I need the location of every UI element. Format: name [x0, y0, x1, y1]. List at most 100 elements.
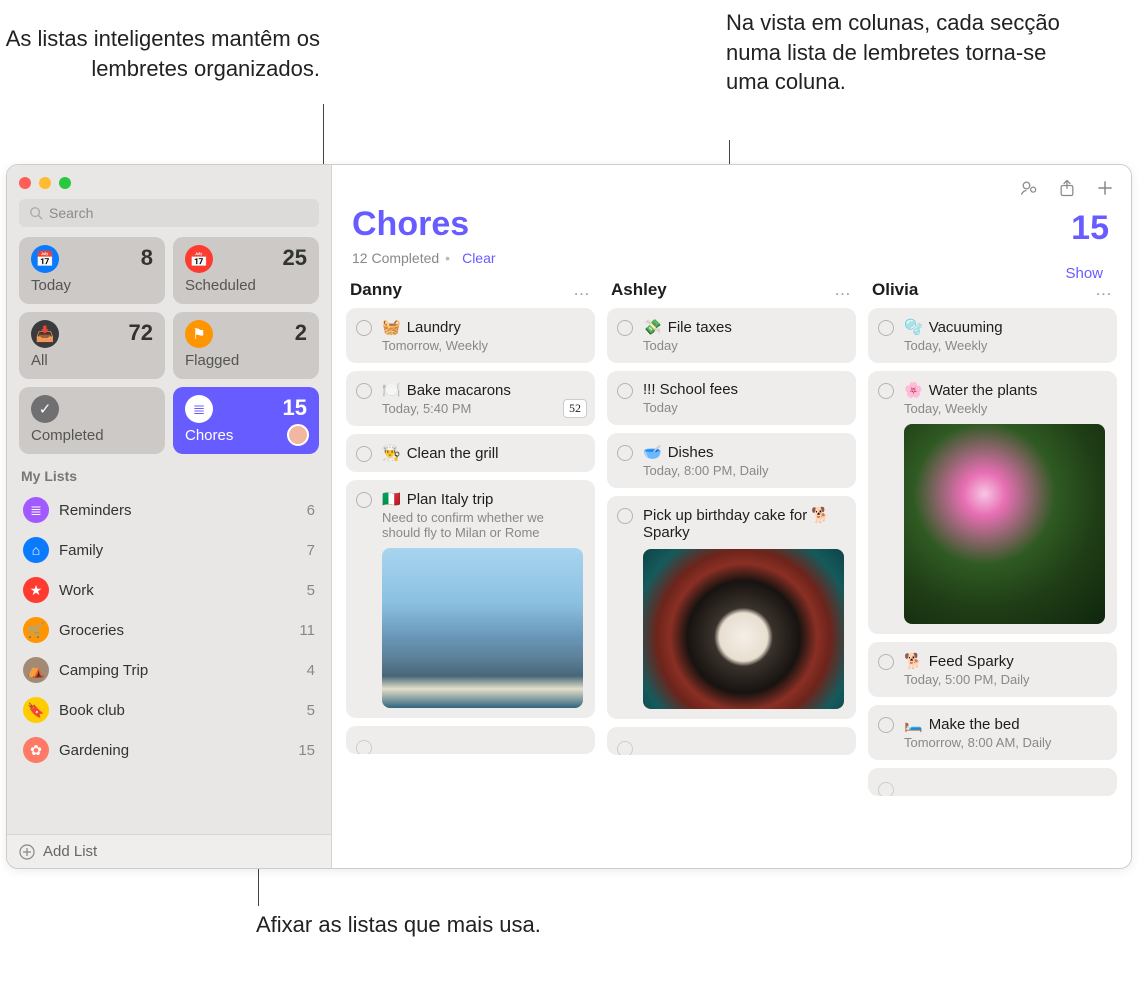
reminder-item[interactable]: 👨‍🍳Clean the grill: [346, 434, 595, 472]
smartlist-scheduled[interactable]: 📅 25 Scheduled: [173, 237, 319, 304]
list-count: 6: [307, 502, 315, 519]
reminder-item[interactable]: 🧺LaundryTomorrow, Weekly: [346, 308, 595, 363]
list-count: 5: [307, 702, 315, 719]
main-area: Chores 15 12 Completed • Clear Show Dann…: [332, 165, 1131, 868]
reminder-item[interactable]: 🛏️Make the bed Tomorrow, 8:00 AM, Daily: [868, 705, 1117, 760]
column-more-button[interactable]: …: [1095, 280, 1113, 300]
minimize-icon[interactable]: [39, 177, 51, 189]
column-more-button[interactable]: …: [834, 280, 852, 300]
reminder-thumbnail: [643, 549, 844, 709]
list-name: Work: [59, 582, 297, 599]
count-badge: 52: [563, 399, 587, 418]
check-icon: ✓: [31, 395, 59, 423]
list-count: 15: [298, 742, 315, 759]
clear-completed-button[interactable]: Clear: [462, 250, 495, 266]
calendar-icon: 📅: [185, 245, 213, 273]
complete-toggle[interactable]: [878, 654, 894, 670]
mylists: ≣ Reminders 6⌂ Family 7★ Work 5🛒 Groceri…: [7, 490, 331, 834]
list-name: Reminders: [59, 502, 297, 519]
reminder-placeholder[interactable]: [346, 726, 595, 754]
reminder-meta: Today, Weekly: [904, 401, 1105, 416]
list-row[interactable]: ≣ Reminders 6: [13, 490, 325, 530]
complete-toggle[interactable]: [617, 383, 633, 399]
search-input[interactable]: Search: [19, 199, 319, 227]
list-name: Groceries: [59, 622, 289, 639]
reminder-item[interactable]: 🫧VacuumingToday, Weekly: [868, 308, 1117, 363]
show-completed-button[interactable]: Show: [1065, 265, 1103, 282]
complete-toggle[interactable]: [356, 740, 372, 754]
reminder-meta: Today: [643, 338, 844, 353]
list-count: 4: [307, 662, 315, 679]
complete-toggle[interactable]: [356, 383, 372, 399]
complete-toggle[interactable]: [356, 492, 372, 508]
close-icon[interactable]: [19, 177, 31, 189]
share-icon[interactable]: [1057, 178, 1077, 198]
emoji-icon: 👨‍🍳: [382, 444, 401, 462]
smartlist-all-label: All: [31, 352, 153, 369]
complete-toggle[interactable]: [617, 320, 633, 336]
reminder-meta: Tomorrow, 8:00 AM, Daily: [904, 735, 1105, 750]
column-more-button[interactable]: …: [573, 280, 591, 300]
list-name: Gardening: [59, 742, 288, 759]
reminder-title: 🌸Water the plants: [904, 381, 1105, 399]
list-row[interactable]: ⌂ Family 7: [13, 530, 325, 570]
complete-toggle[interactable]: [878, 383, 894, 399]
complete-toggle[interactable]: [356, 320, 372, 336]
collaboration-icon[interactable]: [1019, 178, 1039, 198]
smartlist-chores[interactable]: ≣ 15 Chores: [173, 387, 319, 454]
list-row[interactable]: ⛺ Camping Trip 4: [13, 650, 325, 690]
reminder-item[interactable]: 🌸Water the plants Today, Weekly: [868, 371, 1117, 634]
reminder-item[interactable]: Pick up birthday cake for 🐕 Sparky: [607, 496, 856, 719]
reminder-meta: Today, Weekly: [904, 338, 1105, 353]
smartlist-today-count: 8: [141, 245, 153, 271]
list-name: Book club: [59, 702, 297, 719]
reminder-item[interactable]: 🐕Feed SparkyToday, 5:00 PM, Daily: [868, 642, 1117, 697]
sidebar: Search 📅 8 Today 📅 25 Scheduled 📥 72 All…: [7, 165, 332, 868]
smartlist-today[interactable]: 📅 8 Today: [19, 237, 165, 304]
smartlist-all-count: 72: [129, 320, 153, 346]
complete-toggle[interactable]: [878, 782, 894, 796]
reminder-item[interactable]: 💸File taxesToday: [607, 308, 856, 363]
reminder-item[interactable]: 🇮🇹Plan Italy tripNeed to confirm whether…: [346, 480, 595, 718]
complete-toggle[interactable]: [356, 446, 372, 462]
completed-count-text: 12 Completed: [352, 250, 439, 266]
smartlist-completed-label: Completed: [31, 427, 153, 444]
emoji-icon: 🇮🇹: [382, 490, 401, 508]
smartlist-completed[interactable]: ✓ Completed: [19, 387, 165, 454]
reminder-note: Need to confirm whether we should fly to…: [382, 510, 583, 540]
complete-toggle[interactable]: [617, 445, 633, 461]
callout-pin: Afixar as listas que mais usa.: [256, 910, 556, 940]
reminder-title: 🛏️Make the bed: [904, 715, 1105, 733]
complete-toggle[interactable]: [878, 717, 894, 733]
reminder-item[interactable]: 🍽️Bake macaronsToday, 5:40 PM52: [346, 371, 595, 426]
reminder-meta: Today, 8:00 PM, Daily: [643, 463, 844, 478]
list-color-icon: ✿: [23, 737, 49, 763]
reminder-title: !!! School fees: [643, 381, 844, 398]
emoji-icon: 🌸: [904, 381, 923, 399]
list-row[interactable]: ★ Work 5: [13, 570, 325, 610]
search-icon: [29, 206, 43, 220]
list-row[interactable]: 🛒 Groceries 11: [13, 610, 325, 650]
reminder-placeholder[interactable]: [607, 727, 856, 755]
smartlist-all[interactable]: 📥 72 All: [19, 312, 165, 379]
reminder-thumbnail: [382, 548, 583, 708]
smartlist-flagged[interactable]: ⚑ 2 Flagged: [173, 312, 319, 379]
callout-columns: Na vista em colunas, cada secção numa li…: [726, 8, 1086, 97]
list-color-icon: 🔖: [23, 697, 49, 723]
dot-separator: •: [445, 250, 450, 266]
reminder-item[interactable]: 🥣DishesToday, 8:00 PM, Daily: [607, 433, 856, 488]
list-color-icon: ⌂: [23, 537, 49, 563]
complete-toggle[interactable]: [617, 741, 633, 755]
complete-toggle[interactable]: [617, 508, 633, 524]
smartlist-today-label: Today: [31, 277, 153, 294]
add-list-button[interactable]: Add List: [7, 834, 331, 868]
maximize-icon[interactable]: [59, 177, 71, 189]
add-icon[interactable]: [1095, 178, 1115, 198]
list-row[interactable]: ✿ Gardening 15: [13, 730, 325, 770]
emoji-icon: 🥣: [643, 443, 662, 461]
complete-toggle[interactable]: [878, 320, 894, 336]
reminder-title: Pick up birthday cake for 🐕 Sparky: [643, 506, 844, 541]
list-row[interactable]: 🔖 Book club 5: [13, 690, 325, 730]
reminder-placeholder[interactable]: [868, 768, 1117, 796]
reminder-item[interactable]: !!! School feesToday: [607, 371, 856, 425]
